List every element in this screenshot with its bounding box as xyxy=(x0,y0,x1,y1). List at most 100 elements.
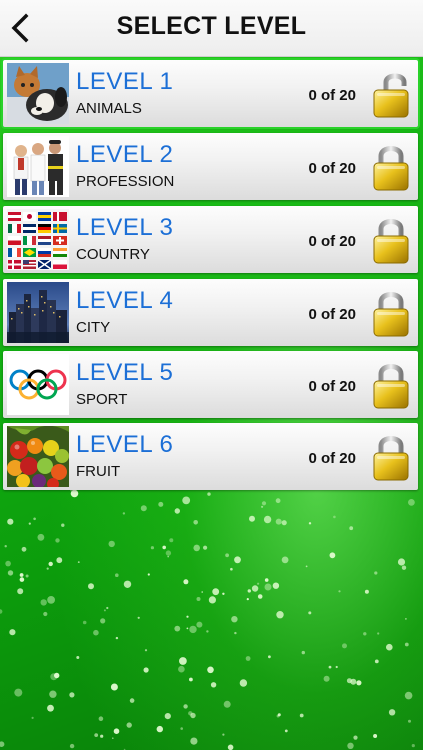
sparkle-dot xyxy=(186,615,189,618)
level-title: LEVEL 5 xyxy=(76,359,174,386)
sparkle-dot xyxy=(227,744,234,750)
sparkle-dot xyxy=(19,577,25,582)
sparkle-dot xyxy=(162,545,166,550)
sparkle-dot xyxy=(264,578,269,582)
sparkle-dot xyxy=(137,616,140,619)
level-category: ANIMALS xyxy=(76,100,142,117)
sparkle-dot xyxy=(47,596,55,604)
sparkle-dot xyxy=(308,522,312,525)
sparkle-dot xyxy=(401,565,407,570)
level-title: LEVEL 6 xyxy=(76,431,174,458)
sparkle-dot xyxy=(147,573,150,576)
sparkle-dot xyxy=(144,649,148,652)
sparkle-dot xyxy=(178,665,185,673)
level-row-6[interactable]: LEVEL 6 FRUIT 0 of 20 xyxy=(3,423,418,490)
sparkle-dot xyxy=(100,618,106,624)
sparkle-dot xyxy=(207,492,211,496)
sparkle-dot xyxy=(40,599,47,606)
sparkle-dot xyxy=(180,727,183,730)
sparkle-dot xyxy=(210,682,217,688)
sparkle-dot xyxy=(82,620,87,625)
sparkle-dot xyxy=(100,734,104,738)
sparkle-dot xyxy=(143,667,149,673)
sparkle-dot xyxy=(299,713,304,718)
sparkle-dot xyxy=(404,691,413,700)
sparkle-dot xyxy=(108,540,115,548)
sparkle-dot xyxy=(69,743,75,749)
sparkle-dot xyxy=(284,729,288,733)
sparkle-dot xyxy=(182,496,191,505)
sparkle-dot xyxy=(239,679,248,687)
sparkle-dot xyxy=(196,621,203,628)
sparkle-dot xyxy=(55,538,60,543)
level-title: LEVEL 3 xyxy=(76,214,174,241)
sparkle-dot xyxy=(203,545,208,550)
sparkle-dot xyxy=(301,650,305,655)
sparkle-dot xyxy=(281,556,289,564)
sparkle-dot xyxy=(272,582,280,589)
sparkle-dot xyxy=(7,570,14,576)
sparkle-dot xyxy=(246,598,249,601)
sparkle-dot xyxy=(14,688,23,697)
level-row-1[interactable]: LEVEL 1 ANIMALS 0 of 20 xyxy=(3,60,418,127)
city-skyline-thumbnail xyxy=(7,282,69,343)
profession-thumbnail xyxy=(7,136,69,197)
sparkle-dot xyxy=(276,714,280,718)
sparkle-dot xyxy=(404,642,409,647)
level-title: LEVEL 4 xyxy=(76,287,174,314)
sparkle-dot xyxy=(281,520,287,526)
sparkle-dot xyxy=(98,716,104,721)
sparkle-dot xyxy=(261,501,267,506)
sparkle-dot xyxy=(25,574,29,578)
sparkle-dot xyxy=(268,655,271,659)
sparkle-dot xyxy=(140,505,147,512)
sparkle-dot xyxy=(54,672,60,679)
sparkle-dot xyxy=(164,713,171,720)
sparkle-dot xyxy=(207,666,214,674)
sparkle-dot xyxy=(333,515,336,519)
sparkle-dot xyxy=(347,742,354,749)
sparkle-dot xyxy=(305,565,308,568)
level-row-3[interactable]: LEVEL 3 COUNTRY 0 of 20 xyxy=(3,206,418,273)
sparkle-dot xyxy=(251,585,259,592)
sparkle-dot xyxy=(31,716,34,720)
sparkle-dot xyxy=(335,665,338,669)
sparkle-dot xyxy=(222,733,225,736)
sparkle-dot xyxy=(19,573,24,577)
sparkle-dot xyxy=(338,590,341,593)
sparkle-dot xyxy=(77,561,80,563)
sparkle-dot xyxy=(69,692,75,698)
sparkle-dot xyxy=(249,515,255,522)
sparkle-dot xyxy=(183,704,188,709)
sparkle-dot xyxy=(388,709,396,716)
level-row-2[interactable]: LEVEL 2 PROFESSION 0 of 20 xyxy=(3,133,418,200)
level-row-4[interactable]: LEVEL 4 CITY 0 of 20 xyxy=(3,279,418,346)
sparkle-dot xyxy=(206,630,209,633)
sparkle-dot xyxy=(103,609,106,612)
sparkle-dot xyxy=(28,522,31,525)
sparkle-dot xyxy=(88,583,94,590)
sparkle-dot xyxy=(225,553,230,558)
sparkle-dot xyxy=(328,665,332,669)
sparkle-dot xyxy=(363,632,367,636)
country-flags-thumbnail xyxy=(7,209,69,270)
sparkle-dot xyxy=(264,583,272,591)
sparkle-dot xyxy=(261,505,264,508)
sparkle-dot xyxy=(21,546,27,552)
level-row-5[interactable]: LEVEL 5 SPORT 0 of 20 xyxy=(3,351,418,418)
level-progress: 0 of 20 xyxy=(308,87,356,104)
sparkle-dot xyxy=(61,523,65,527)
sparkle-dot xyxy=(48,561,53,567)
sparkle-dot xyxy=(308,611,312,615)
sparkle-dot xyxy=(7,518,14,525)
olympic-rings-thumbnail xyxy=(7,354,69,415)
level-title: LEVEL 1 xyxy=(76,68,174,95)
sparkle-dot xyxy=(94,733,99,737)
sparkle-dot xyxy=(377,632,380,635)
sparkle-dot xyxy=(374,571,378,575)
sparkle-dot xyxy=(113,728,120,734)
sparkle-dot xyxy=(408,499,415,506)
locked-padlock-icon xyxy=(372,216,410,264)
sparkle-dot xyxy=(126,722,132,728)
sparkle-dot xyxy=(5,560,11,567)
